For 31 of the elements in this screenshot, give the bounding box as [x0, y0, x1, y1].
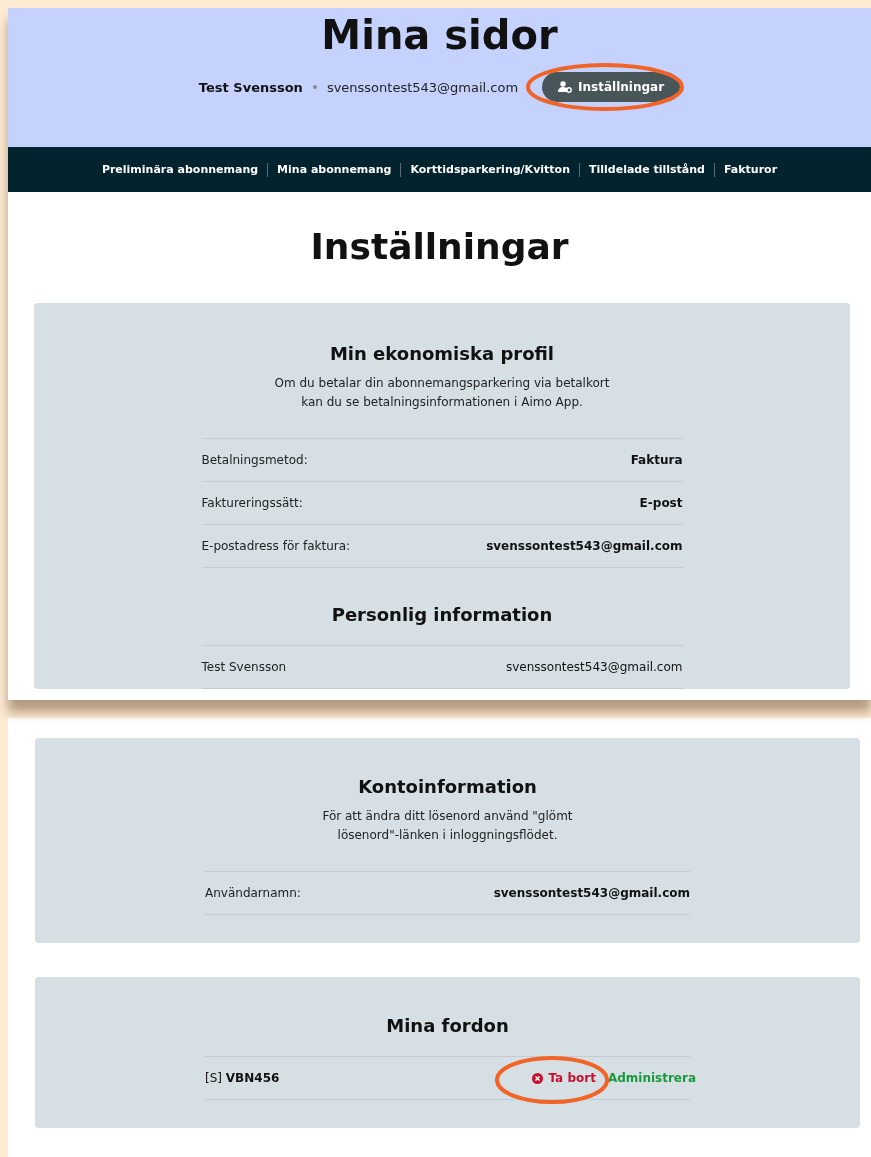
nav-link[interactable]: Korttidsparkering/Kvitton: [400, 162, 579, 177]
close-circle-icon: [532, 1072, 544, 1084]
nav-link[interactable]: Fakturor: [714, 162, 787, 177]
card-description: För att ändra ditt lösenord använd "glömt lösenord"-länken i inloggningsflödet.: [321, 808, 574, 844]
row-value: E-post: [639, 496, 683, 510]
row-label: Användarnamn:: [205, 886, 301, 900]
row-label: Faktureringssätt:: [201, 496, 303, 510]
row-value: svenssontest543@gmail.com: [506, 660, 683, 674]
user-gear-icon: [558, 81, 573, 93]
card-description: Om du betalar din abonnemangsparkering via betalkort kan du se betalningsinformationen i Aimo App.: [273, 375, 611, 411]
page-heading: Mina sidor: [321, 12, 558, 58]
card-title: Min ekonomiska profil: [328, 343, 556, 364]
row-label: Test Svensson: [201, 660, 287, 674]
card-title: Kontoinformation: [357, 776, 538, 797]
nav-link[interactable]: Mina abonnemang: [267, 162, 401, 177]
card-title: Personlig information: [330, 604, 554, 625]
row-value: svenssontest543@gmail.com: [493, 886, 690, 900]
card-title: Mina fordon: [385, 1015, 510, 1036]
user-email: svenssontest543@gmail.com: [326, 79, 519, 95]
section-heading: Inställningar: [309, 226, 570, 267]
separator-dot: [312, 85, 317, 89]
remove-link[interactable]: Ta bort: [532, 1071, 596, 1085]
user-name: Test Svensson: [198, 79, 303, 95]
row-value: Faktura: [630, 453, 683, 467]
nav-link[interactable]: Preliminära abonnemang: [92, 162, 268, 177]
vehicle-plate: [S] VBN456: [205, 1071, 280, 1085]
nav-link[interactable]: Tilldelade tillstånd: [579, 162, 714, 177]
settings-button[interactable]: Inställningar: [542, 72, 681, 102]
row-label: E-postadress för faktura:: [201, 539, 351, 553]
row-label: Betalningsmetod:: [201, 453, 308, 467]
row-value: svenssontest543@gmail.com: [486, 539, 683, 553]
